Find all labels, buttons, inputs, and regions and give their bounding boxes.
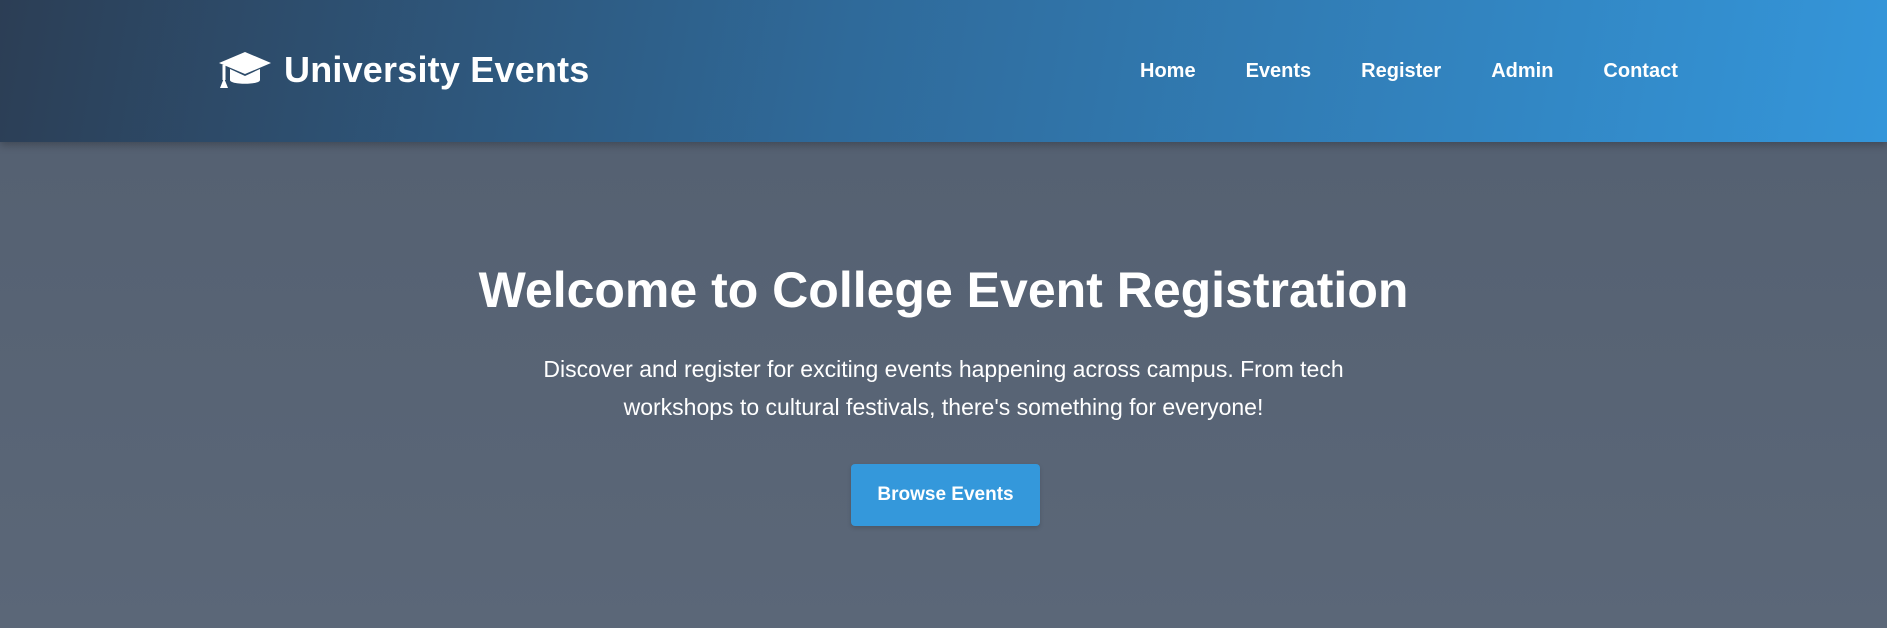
hero-title: Welcome to College Event Registration xyxy=(478,262,1409,318)
graduation-cap-icon xyxy=(219,52,271,88)
browse-events-button[interactable]: Browse Events xyxy=(851,464,1040,526)
nav-admin-link[interactable]: Admin xyxy=(1491,60,1553,83)
page: University Events Home Events Register A… xyxy=(0,0,1887,628)
nav-home-link[interactable]: Home xyxy=(1140,60,1196,83)
brand-title: University Events xyxy=(284,49,590,90)
nav-events-link[interactable]: Events xyxy=(1246,60,1312,83)
nav-register-link[interactable]: Register xyxy=(1361,60,1441,83)
brand-logo[interactable]: University Events xyxy=(218,48,590,92)
site-header: University Events Home Events Register A… xyxy=(0,0,1887,142)
hero-subtitle: Discover and register for exciting event… xyxy=(543,356,1344,420)
nav-contact-link[interactable]: Contact xyxy=(1603,60,1677,83)
hero-section: Welcome to College Event Registration Di… xyxy=(0,142,1887,628)
main-nav: Home Events Register Admin Contact xyxy=(1140,56,1678,86)
